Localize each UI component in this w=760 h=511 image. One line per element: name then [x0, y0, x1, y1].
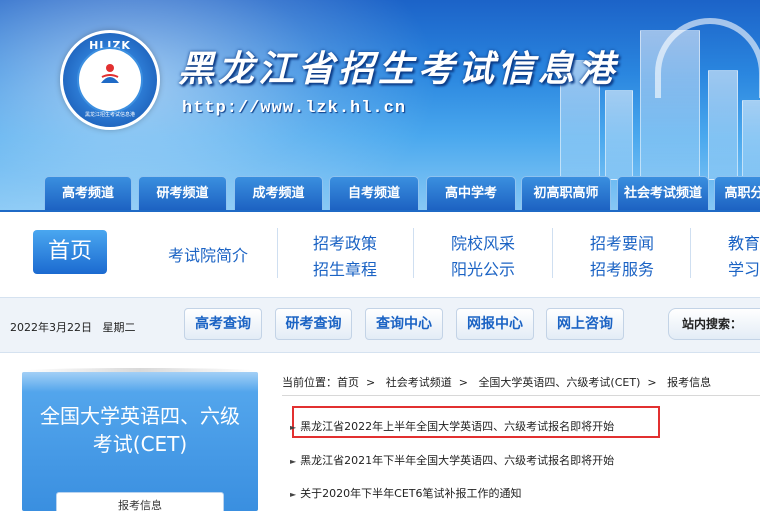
site-logo[interactable]: HLJZK 黑龙江招生考试信息港 — [60, 30, 160, 130]
logo-ring-text: 黑龙江招生考试信息港 — [84, 112, 135, 118]
article-title: 黑龙江省2022年上半年全国大学英语四、六级考试报名即将开始 — [300, 420, 615, 433]
home-button[interactable]: 首页 — [33, 230, 107, 274]
main-nav: 首页 考试院简介 招考政策 招生章程 院校风采 阳光公示 招考要闻 招考服务 教… — [0, 210, 760, 292]
current-date: 2022年3月22日 星期二 — [10, 319, 136, 335]
breadcrumb-cet[interactable]: 全国大学英语四、六级考试(CET) — [478, 376, 640, 389]
nav-link-publicity[interactable]: 阳光公示 — [451, 256, 515, 280]
breadcrumb-divider — [282, 395, 760, 396]
registration-center-button[interactable]: 网报中心 — [456, 308, 534, 340]
online-consult-button[interactable]: 网上咨询 — [546, 308, 624, 340]
nav-link-charter[interactable]: 招生章程 — [313, 256, 377, 280]
main-content: 当前位置：首页 > 社会考试频道 > 全国大学英语四、六级考试(CET) > 报… — [282, 363, 760, 511]
article-link[interactable]: ► 黑龙江省2022年上半年全国大学英语四、六级考试报名即将开始 — [290, 418, 614, 434]
yankao-query-button[interactable]: 研考查询 — [275, 308, 352, 340]
site-url[interactable]: http://www.lzk.hl.cn — [182, 99, 406, 118]
nav-link-service[interactable]: 招考服务 — [590, 256, 654, 280]
nav-link-education[interactable]: 教育 — [728, 230, 760, 254]
sidebar-title: 全国大学英语四、六级 考试(CET) — [22, 402, 258, 458]
query-center-button[interactable]: 查询中心 — [365, 308, 443, 340]
nav-divider — [277, 228, 278, 278]
article-link[interactable]: ► 关于2020年下半年CET6笔试补报工作的通知 — [290, 485, 522, 501]
sidebar-item-registration-info[interactable]: 报考信息 — [56, 492, 224, 511]
tab-chengkao[interactable]: 成考频道 — [234, 176, 323, 210]
sidebar-title-line1: 全国大学英语四、六级 — [40, 404, 240, 428]
breadcrumb-separator: > — [362, 376, 383, 389]
tab-gaozhong-xuekao[interactable]: 高中学考 — [426, 176, 516, 210]
nav-divider — [552, 228, 553, 278]
article-link[interactable]: ► 黑龙江省2021年下半年全国大学英语四、六级考试报名即将开始 — [290, 452, 614, 468]
nav-link-policy[interactable]: 招考政策 — [313, 230, 377, 254]
breadcrumb: 当前位置：首页 > 社会考试频道 > 全国大学英语四、六级考试(CET) > 报… — [282, 374, 711, 390]
article-title: 关于2020年下半年CET6笔试补报工作的通知 — [300, 487, 522, 500]
sidebar-shine — [22, 372, 258, 392]
tab-gaozhifen[interactable]: 高职分 — [714, 176, 760, 210]
bullet-arrow-icon: ► — [290, 457, 297, 466]
nav-link-colleges[interactable]: 院校风采 — [451, 230, 515, 254]
site-title: 黑龙江省招生考试信息港 — [178, 48, 619, 90]
sidebar-panel: 全国大学英语四、六级 考试(CET) 报考信息 — [22, 372, 258, 511]
tab-gaokao[interactable]: 高考频道 — [44, 176, 132, 210]
nav-link-news[interactable]: 招考要闻 — [590, 230, 654, 254]
date-text: 2022年3月22日 — [10, 321, 92, 334]
breadcrumb-home[interactable]: 当前位置：首页 — [282, 376, 359, 389]
article-title: 黑龙江省2021年下半年全国大学英语四、六级考试报名即将开始 — [300, 454, 615, 467]
nav-divider — [690, 228, 691, 278]
bullet-arrow-icon: ► — [290, 490, 297, 499]
breadcrumb-separator: > — [455, 376, 475, 389]
site-header: HLJZK 黑龙江招生考试信息港 黑龙江省招生考试信息港 http://www.… — [0, 0, 760, 210]
tab-chugaozhi-gaoshi[interactable]: 初高职高师 — [521, 176, 611, 210]
breadcrumb-social-exams[interactable]: 社会考试频道 — [386, 376, 452, 389]
tab-zikao[interactable]: 自考频道 — [329, 176, 419, 210]
tab-shehui-kaoshi[interactable]: 社会考试频道 — [617, 176, 709, 210]
skyline-building — [605, 90, 633, 180]
tab-yankao[interactable]: 研考频道 — [138, 176, 227, 210]
gaokao-query-button[interactable]: 高考查询 — [184, 308, 262, 340]
breadcrumb-separator: > — [643, 376, 664, 389]
nav-divider — [413, 228, 414, 278]
channel-tabs: 高考频道 研考频道 成考频道 自考频道 高中学考 初高职高师 社会考试频道 高职… — [0, 176, 760, 210]
quick-toolbar: 2022年3月22日 星期二 高考查询 研考查询 查询中心 网报中心 网上咨询 … — [0, 297, 760, 353]
nav-link-study[interactable]: 学习 — [728, 256, 760, 280]
skyline-building — [742, 100, 760, 180]
bullet-arrow-icon: ► — [290, 423, 297, 432]
nav-link-intro[interactable]: 考试院简介 — [168, 242, 248, 266]
weekday-text: 星期二 — [102, 321, 136, 334]
logo-person-icon — [101, 64, 119, 83]
sidebar-title-line2: 考试(CET) — [92, 432, 188, 456]
breadcrumb-current: 报考信息 — [667, 376, 712, 389]
site-search-label: 站内搜索： — [668, 308, 760, 340]
